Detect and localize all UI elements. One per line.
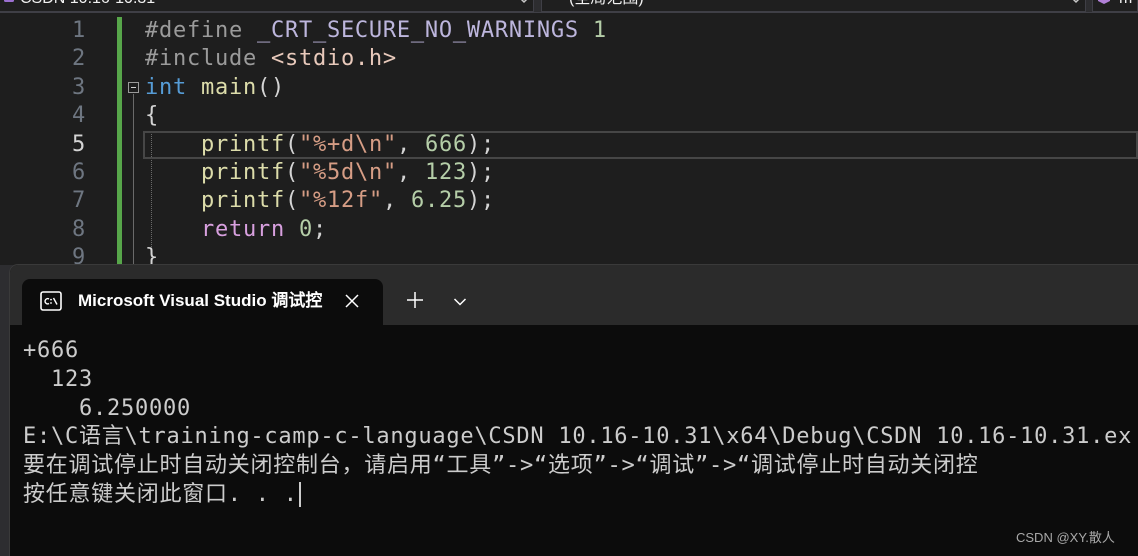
scope-dropdown-value: (全局范围) <box>569 0 644 11</box>
scope-dropdown[interactable]: (全局范围) <box>541 0 1086 12</box>
code-token: #include <box>145 46 271 72</box>
code-token: ( <box>284 131 299 157</box>
code-token: 6.25 <box>410 188 467 214</box>
code-token: "%12f" <box>298 188 383 214</box>
code-token: 1 <box>592 18 607 43</box>
terminal-output-line: +666 <box>23 338 79 363</box>
line-number: 7 <box>72 188 86 214</box>
chevron-down-icon <box>1072 0 1080 4</box>
member-dropdown-value: m <box>1119 0 1132 11</box>
code-token: "%+d\n" <box>298 131 397 157</box>
code-token: printf <box>201 131 285 157</box>
terminal-window: Microsoft Visual Studio 调试控 +666 123 6.2… <box>10 265 1138 556</box>
line-number: 3 <box>72 74 86 100</box>
code-token: _CRT_SECURE_NO_WARNINGS <box>256 18 593 43</box>
code-token: { <box>145 103 159 129</box>
line-number: 9 <box>72 245 86 265</box>
line-code: printf("%+d\n", 666); <box>201 131 495 159</box>
terminal-tab-title: Microsoft Visual Studio 调试控 <box>78 291 323 310</box>
code-token: , <box>396 131 425 157</box>
line-code: return 0; <box>201 216 327 244</box>
code-token: 0 <box>298 216 313 242</box>
code-token: 666 <box>424 131 467 157</box>
code-token: ); <box>466 131 495 157</box>
line-code: #define _CRT_SECURE_NO_WARNINGS 1 <box>145 17 607 45</box>
project-dropdown[interactable]: CSDN 10.16-10.31 <box>0 0 534 12</box>
code-token: , <box>396 160 425 185</box>
code-token: return <box>201 216 299 242</box>
code-line[interactable]: 2 #include <stdio.h> <box>0 45 1138 73</box>
code-token: () <box>256 74 285 100</box>
terminal-output-line: 要在调试停止时自动关闭控制台，请启用“工具”->“选项”->“调试”->“调试停… <box>23 453 979 479</box>
terminal-output-line: 123 <box>23 366 93 392</box>
line-code: printf("%12f", 6.25); <box>201 187 495 215</box>
code-line[interactable]: 3 int main() <box>0 74 1138 102</box>
member-dropdown[interactable]: m <box>1092 0 1138 12</box>
tab-dropdown-button[interactable] <box>453 295 467 306</box>
code-token: ( <box>284 188 299 214</box>
line-code: { <box>145 102 159 130</box>
new-tab-button[interactable] <box>406 291 424 309</box>
code-token: int <box>145 74 201 100</box>
code-line[interactable]: 1 #define _CRT_SECURE_NO_WARNINGS 1 <box>0 17 1138 45</box>
code-line[interactable]: 6 printf("%5d\n", 123); <box>0 159 1138 187</box>
line-number: 4 <box>72 103 86 129</box>
line-number: 6 <box>72 160 86 185</box>
cpp-project-icon <box>4 0 14 2</box>
project-dropdown-value: CSDN 10.16-10.31 <box>20 0 155 11</box>
close-icon <box>345 294 359 308</box>
terminal-output-line: E:\C语言\training-camp-c-language\CSDN 10.… <box>23 424 1133 450</box>
chevron-down-icon <box>520 0 528 4</box>
line-number: 2 <box>72 46 86 72</box>
code-token: ); <box>466 160 495 185</box>
code-token: ; <box>312 216 327 242</box>
line-code: printf("%5d\n", 123); <box>201 159 495 187</box>
code-line[interactable]: 4 { <box>0 102 1138 130</box>
code-token: ); <box>466 188 495 214</box>
code-line[interactable]: 5 printf("%+d\n", 666); <box>0 130 1138 159</box>
code-token: 123 <box>424 160 467 185</box>
code-line[interactable]: 7 printf("%12f", 6.25); <box>0 187 1138 215</box>
chevron-down-icon <box>453 298 467 306</box>
terminal-prompt-line: 按任意键关闭此窗口. . . <box>23 481 1138 510</box>
code-editor[interactable]: 1 #define _CRT_SECURE_NO_WARNINGS 1 2 #i… <box>0 13 1138 265</box>
code-line[interactable]: 9 } <box>0 244 1138 265</box>
code-token: } <box>145 245 159 265</box>
line-code: } <box>145 244 159 265</box>
terminal-tab-strip: Microsoft Visual Studio 调试控 <box>10 265 1138 325</box>
code-line[interactable]: 8 return 0; <box>0 216 1138 244</box>
code-token: main <box>200 74 257 100</box>
code-token: <stdio.h> <box>270 46 397 72</box>
line-number: 8 <box>72 216 86 242</box>
watermark: CSDN @XY.散人 <box>1016 530 1115 545</box>
line-code: #include <stdio.h> <box>145 45 397 73</box>
code-token: printf <box>201 188 285 214</box>
tab-close-button[interactable] <box>344 293 360 309</box>
terminal-output-line: 6.250000 <box>23 395 191 421</box>
terminal-tab[interactable]: Microsoft Visual Studio 调试控 <box>22 279 383 325</box>
plus-icon <box>407 292 423 308</box>
terminal-content[interactable]: +666 123 6.250000 E:\C语言\training-camp-c… <box>10 325 1138 556</box>
code-token: , <box>382 188 411 214</box>
line-number: 1 <box>72 18 86 43</box>
text-cursor <box>298 481 301 507</box>
terminal-output-text: 按任意键关闭此窗口. . . <box>23 481 298 507</box>
code-token: "%5d\n" <box>298 160 397 185</box>
line-number: 5 <box>72 131 86 157</box>
code-token: ( <box>284 160 299 185</box>
method-cube-icon <box>1098 0 1110 4</box>
editor-navigation-bar: CSDN 10.16-10.31 (全局范围) m <box>0 0 1138 13</box>
terminal-icon <box>40 291 62 311</box>
code-token: #define <box>145 18 257 43</box>
line-code: int main() <box>145 74 285 102</box>
code-token: printf <box>201 160 285 185</box>
